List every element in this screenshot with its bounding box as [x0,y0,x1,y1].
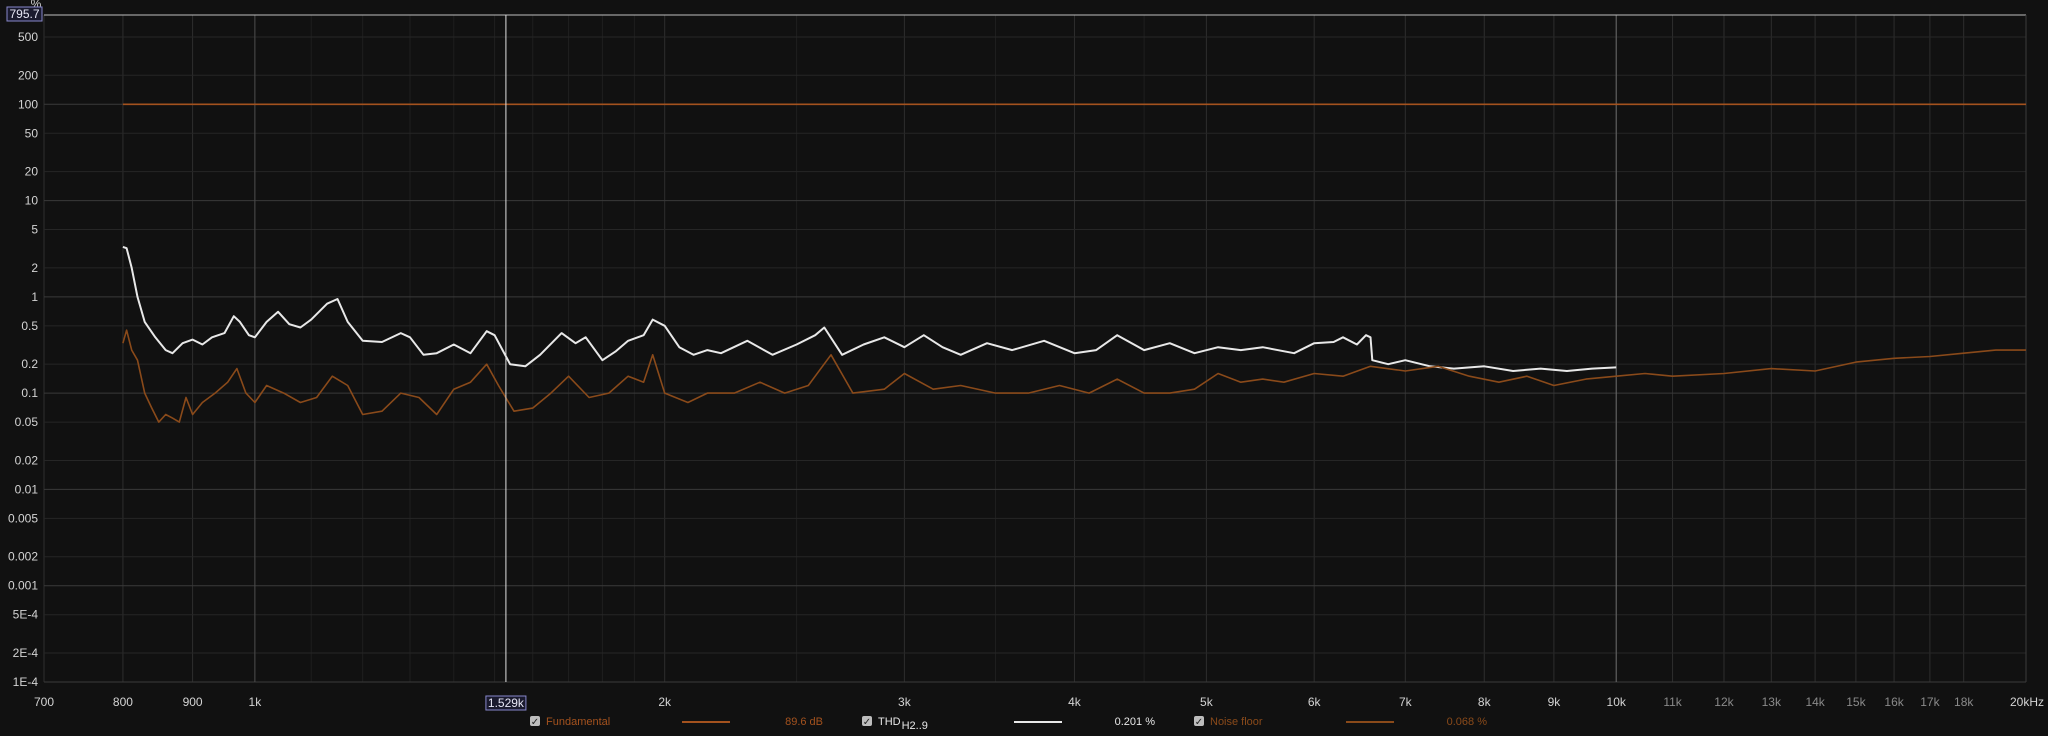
y-tick-label: 5 [31,223,38,237]
x-tick-label: 6k [1308,695,1322,709]
check-icon: ✓ [531,717,539,728]
x-tick-label: 14k [1805,695,1825,709]
x-tick-label: 13k [1762,695,1782,709]
y-tick-label: 500 [18,30,38,44]
legend-value: 0.068 % [1447,716,1488,728]
x-tick-label: 4k [1068,695,1082,709]
y-tick-label: 0.02 [15,453,39,467]
legend-label: Noise floor [1210,716,1263,728]
x-tick-label: 900 [183,695,203,709]
cursor-x-readout: 1.529k [488,696,525,710]
x-tick-label: 20kHz [2010,695,2044,709]
x-tick-label: 10k [1607,695,1627,709]
x-tick-label: 11k [1663,695,1682,709]
legend-label-subscript: H2..9 [902,720,928,732]
y-tick-label: 10 [25,194,39,208]
y-tick-label: 1 [31,290,38,304]
check-icon: ✓ [863,717,871,728]
cursor-y-readout: 795.7 [9,7,39,21]
x-tick-label: 17k [1920,695,1940,709]
y-tick-label: 2 [31,261,38,275]
y-tick-label: 20 [25,165,39,179]
y-tick-label: 5E-4 [13,608,39,622]
x-tick-label: 5k [1200,695,1214,709]
legend-label: THD [878,716,901,728]
y-tick-label: 1E-4 [13,675,39,689]
y-tick-label: 2E-4 [13,646,39,660]
chart-background [0,0,2048,736]
check-icon: ✓ [1195,717,1203,728]
y-tick-label: 0.01 [15,482,39,496]
x-tick-label: 12k [1714,695,1734,709]
x-tick-label: 1k [249,695,263,709]
x-tick-label: 800 [113,695,133,709]
y-tick-label: 200 [18,68,38,82]
y-tick-label: 0.05 [15,415,39,429]
y-tick-label: 0.005 [8,511,38,525]
x-tick-label: 3k [898,695,912,709]
y-tick-label: 0.001 [8,579,38,593]
legend-value: 89.6 dB [785,716,823,728]
x-tick-label: 9k [1548,695,1562,709]
x-tick-label: 15k [1846,695,1866,709]
x-tick-label: 7k [1399,695,1413,709]
y-tick-label: 100 [18,97,38,111]
y-tick-label: 0.5 [21,319,38,333]
y-tick-label: 50 [25,126,39,140]
x-tick-label: 16k [1884,695,1904,709]
y-tick-label: 0.1 [21,386,38,400]
legend-label: Fundamental [546,716,610,728]
x-tick-label: 18k [1954,695,1974,709]
legend-value: 0.201 % [1115,716,1156,728]
x-tick-label: 8k [1478,695,1492,709]
y-tick-label: 0.002 [8,550,38,564]
y-tick-label: 0.2 [21,357,38,371]
distortion-chart: % 5002001005020105210.50.20.10.050.020.0… [0,0,2048,736]
x-tick-label: 2k [658,695,672,709]
x-tick-label: 700 [34,695,54,709]
